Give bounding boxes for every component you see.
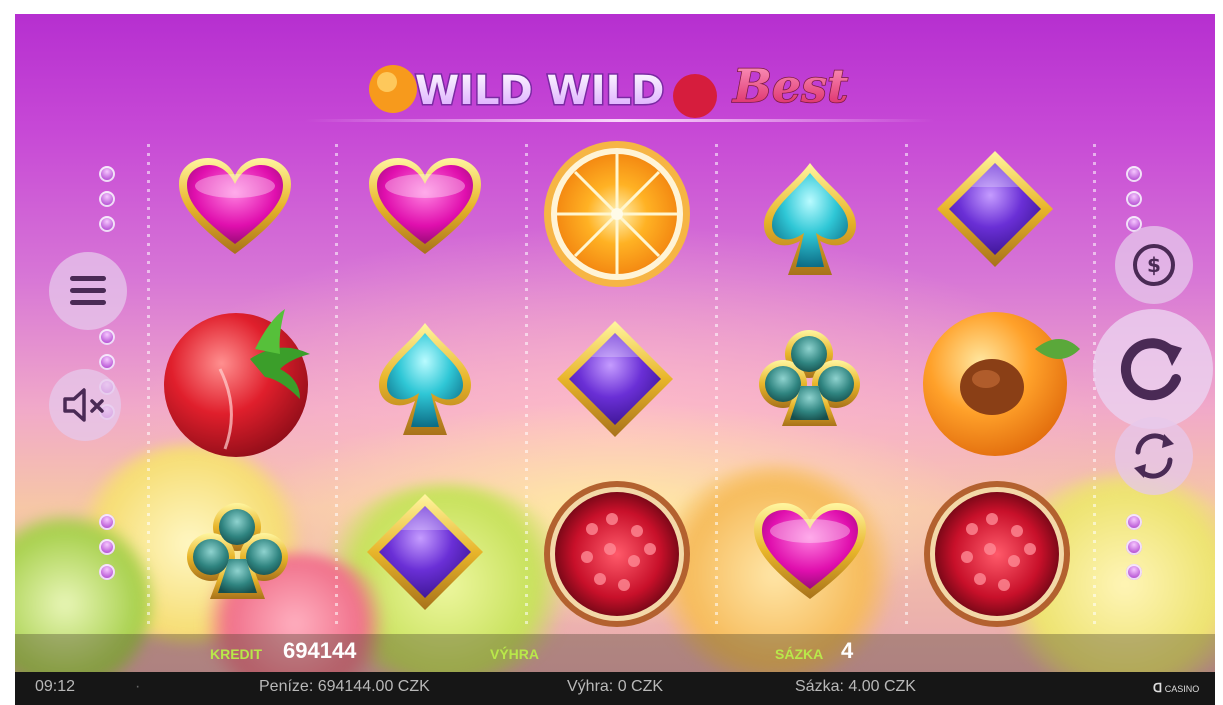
status-separator: · — [135, 678, 141, 695]
spin-icon — [1120, 338, 1182, 401]
spade-symbol — [764, 163, 856, 275]
heart-symbol — [179, 158, 291, 254]
game-logo: WILD WILD Best — [369, 58, 849, 118]
payline-dot — [99, 329, 115, 345]
slot-game: WILD WILD Best $ KREDIT 694144 VÝHRA SÁZ… — [15, 14, 1215, 672]
payline-indicators-right-top — [1126, 166, 1142, 232]
logo-divider — [305, 119, 935, 122]
payline-dot — [99, 564, 115, 580]
club-symbol — [187, 503, 288, 599]
strawberry-logo-icon — [673, 74, 717, 118]
brand-logo-icon: ᗡ — [1153, 681, 1163, 695]
payline-dot — [99, 166, 115, 182]
payline-dot — [99, 191, 115, 207]
payline-indicators-left-top — [99, 166, 115, 232]
payline-dot — [1126, 564, 1142, 580]
payline-indicators-right-bottom — [1126, 514, 1142, 580]
strawberry-symbol — [164, 309, 310, 457]
reel-divider — [715, 144, 718, 624]
autoplay-icon — [1134, 433, 1174, 479]
coin-icon: $ — [1133, 244, 1175, 286]
payline-dot — [1126, 514, 1142, 530]
win-label: VÝHRA — [490, 646, 540, 662]
payline-dot — [1126, 166, 1142, 182]
spade-symbol — [379, 323, 471, 435]
menu-button[interactable] — [49, 252, 127, 330]
payline-dot — [1126, 539, 1142, 555]
pomegranate-symbol — [924, 481, 1070, 627]
heart-symbol — [754, 503, 866, 599]
diamond-symbol — [937, 151, 1053, 267]
win-amount: Výhra: 0 CZK — [567, 678, 664, 695]
sound-toggle-button[interactable] — [49, 369, 121, 441]
screen: WILD WILD Best $ KREDIT 694144 VÝHRA SÁZ… — [0, 0, 1223, 705]
menu-icon — [70, 276, 106, 305]
brand-text: CASINO — [1164, 684, 1200, 694]
reel-divider — [147, 144, 150, 624]
bet-label: SÁZKA — [775, 646, 824, 662]
sound-muted-icon — [63, 388, 104, 422]
payline-dot — [1126, 191, 1142, 207]
autoplay-button[interactable] — [1115, 417, 1193, 495]
money-balance: Peníze: 694144.00 CZK — [259, 678, 430, 695]
payline-dot — [99, 354, 115, 370]
payline-dot — [99, 216, 115, 232]
reel-divider — [905, 144, 908, 624]
clock: 09:12 — [35, 678, 76, 695]
pomegranate-symbol — [544, 481, 690, 627]
reel-divider — [525, 144, 528, 624]
orange-symbol — [544, 141, 690, 287]
svg-text:$: $ — [1147, 253, 1161, 277]
heart-symbol — [369, 158, 481, 254]
payline-indicators-left-bottom — [99, 514, 115, 580]
brand-logo: ᗡ CASINO — [1153, 681, 1199, 695]
credit-label: KREDIT — [210, 646, 263, 662]
logo-best-text: Best — [731, 59, 848, 113]
bet-settings-button[interactable]: $ — [1115, 226, 1193, 304]
spin-button[interactable] — [1093, 309, 1213, 429]
status-bar: 09:12 · Peníze: 694144.00 CZK Výhra: 0 C… — [15, 672, 1215, 705]
credit-value: 694144 — [283, 638, 357, 663]
logo-wild-text: WILD WILD — [415, 68, 664, 114]
diamond-symbol — [367, 494, 483, 610]
diamond-symbol — [557, 321, 673, 437]
payline-dot — [99, 514, 115, 530]
reel-divider — [335, 144, 338, 624]
bet-amount: Sázka: 4.00 CZK — [795, 678, 916, 695]
game-info-bar: KREDIT 694144 VÝHRA SÁZKA 4 — [15, 634, 1215, 672]
club-symbol — [759, 330, 860, 426]
payline-dot — [99, 539, 115, 555]
apricot-symbol — [923, 312, 1080, 456]
bet-value: 4 — [841, 638, 854, 663]
